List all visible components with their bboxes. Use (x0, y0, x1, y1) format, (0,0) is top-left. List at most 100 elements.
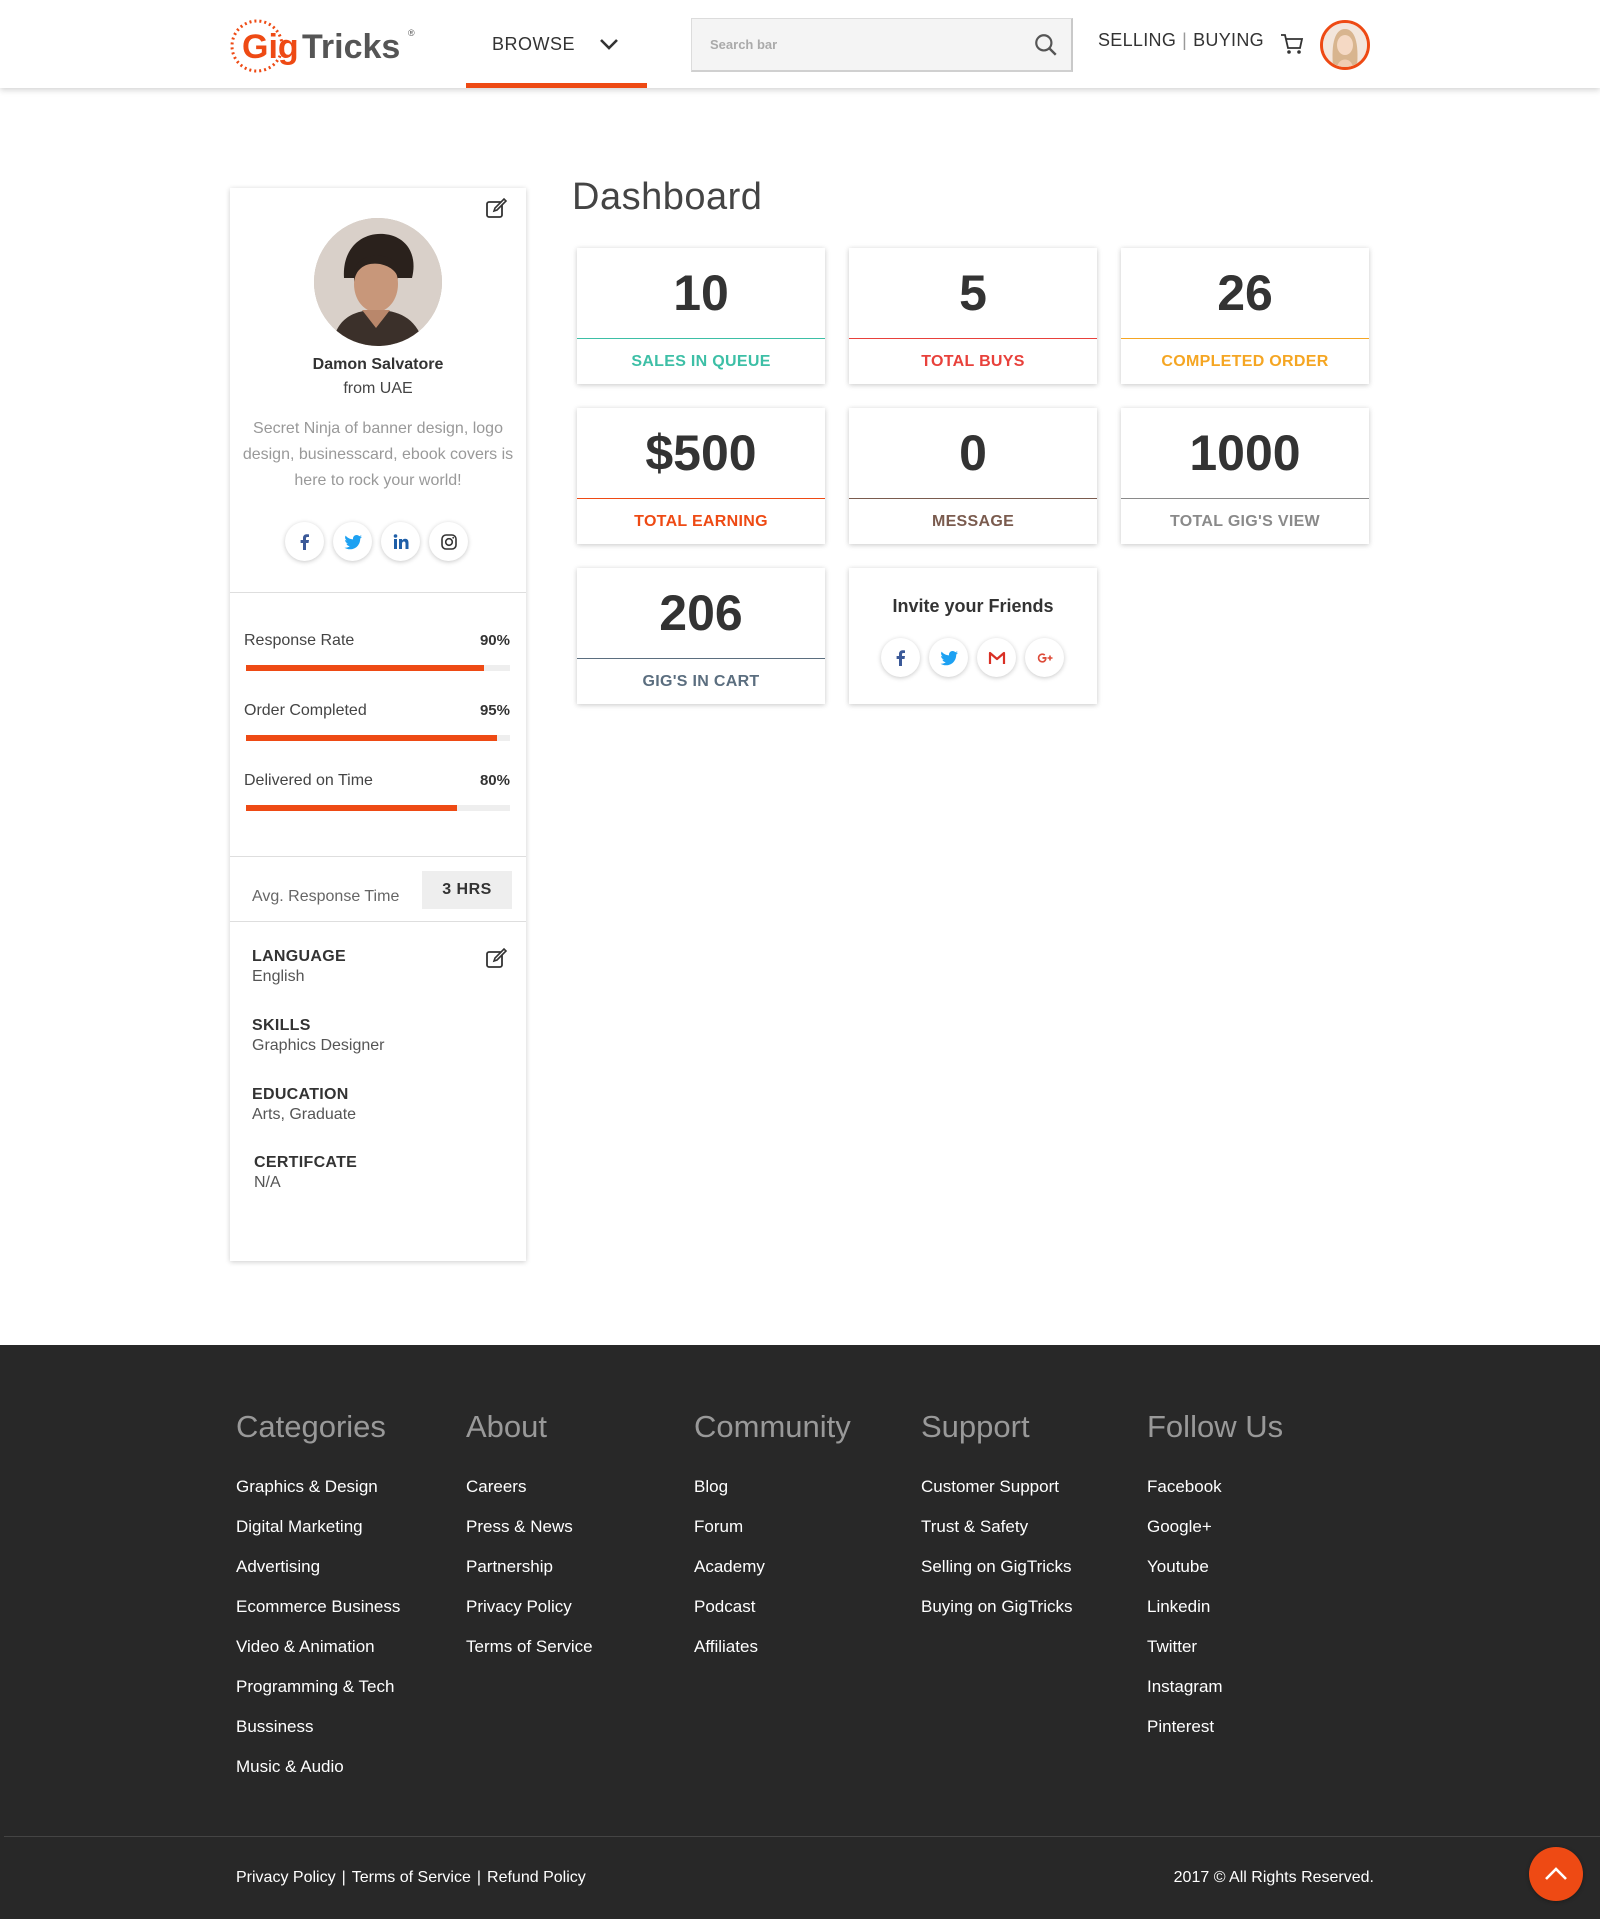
profile-location: from UAE (343, 380, 413, 397)
footer-about-column: About Careers Press & News Partnership Priv… (466, 1409, 593, 1677)
search-bar (691, 18, 1073, 72)
svg-text:®: ® (408, 28, 415, 38)
total-earning-tile[interactable]: $500 TOTAL EARNING (577, 408, 825, 544)
footer-link[interactable]: Video & Animation (236, 1637, 400, 1677)
footer-link[interactable]: Programming & Tech (236, 1677, 400, 1717)
footer-support-column: Support Customer Support Trust & Safety Se… (921, 1409, 1072, 1637)
message-tile[interactable]: 0 MESSAGE (849, 408, 1097, 544)
profile-photo (314, 218, 442, 346)
footer-link[interactable]: Twitter (1147, 1637, 1283, 1677)
footer-link[interactable]: Partnership (466, 1557, 593, 1597)
footer-link[interactable]: Selling on GigTricks (921, 1557, 1072, 1597)
sales-in-queue-tile[interactable]: 10 SALES IN QUEUE (577, 248, 825, 384)
info-value: Graphics Designer (252, 1037, 385, 1054)
tile-caption: MESSAGE (931, 512, 1015, 530)
gigtricks-logo[interactable]: Gig Tricks ® (230, 14, 420, 78)
twitter-button[interactable] (333, 522, 372, 561)
footer-link[interactable]: Buying on GigTricks (921, 1597, 1072, 1637)
footer-link[interactable]: Bussiness (236, 1717, 400, 1757)
footer-link[interactable]: Customer Support (921, 1477, 1072, 1517)
footer-link[interactable]: Blog (694, 1477, 851, 1517)
footer-link-list: Careers Press & News Partnership Privacy Po… (466, 1477, 593, 1677)
footer-link[interactable]: Youtube (1147, 1557, 1283, 1597)
tile-caption: TOTAL GIG'S VIEW (1170, 512, 1320, 530)
footer-categories-column: Categories Graphics & Design Digital Mark… (236, 1409, 400, 1797)
footer-link-list: Customer Support Trust & Safety Selling on… (921, 1477, 1072, 1637)
footer-link[interactable]: Terms of Service (466, 1637, 593, 1677)
total-buys-tile[interactable]: 5 TOTAL BUYS (849, 248, 1097, 384)
avg-response-badge: 3 HRS (422, 871, 512, 909)
footer-link[interactable]: Instagram (1147, 1677, 1283, 1717)
tile-value: 0 (959, 425, 987, 481)
footer-link[interactable]: Academy (694, 1557, 851, 1597)
completed-order-tile[interactable]: 26 COMPLETED ORDER (1121, 248, 1369, 384)
stat-bar (246, 805, 458, 811)
footer-link[interactable]: Ecommerce Business (236, 1597, 400, 1637)
tile-value: 1000 (1189, 425, 1301, 481)
stat-track (246, 665, 510, 671)
refund-policy-link[interactable]: Refund Policy (487, 1869, 586, 1886)
invite-google-plus-button[interactable] (1025, 638, 1064, 677)
profile-divider (230, 856, 526, 857)
certificate-info: CERTIFCATE N/A (254, 1154, 357, 1192)
twitter-icon (344, 534, 362, 549)
linkedin-icon (393, 533, 408, 549)
total-gigs-view-tile[interactable]: 1000 TOTAL GIG'S VIEW (1121, 408, 1369, 544)
info-heading: LANGUAGE (252, 948, 346, 965)
tile-caption: COMPLETED ORDER (1161, 352, 1329, 370)
cart-icon[interactable] (1280, 32, 1304, 56)
stat-label: Response Rate (244, 632, 355, 649)
footer-link[interactable]: Trust & Safety (921, 1517, 1072, 1557)
footer-link[interactable]: Graphics & Design (236, 1477, 400, 1517)
footer-link[interactable]: Music & Audio (236, 1757, 400, 1797)
footer-link[interactable]: Podcast (694, 1597, 851, 1637)
tile-value: 206 (659, 585, 743, 641)
user-avatar[interactable] (1320, 20, 1370, 70)
profile-avatar (314, 218, 442, 346)
tile-value: 5 (959, 265, 987, 321)
instagram-button[interactable] (429, 522, 468, 561)
chevron-down-icon (600, 39, 618, 50)
footer-link[interactable]: Forum (694, 1517, 851, 1557)
scroll-to-top-button[interactable] (1529, 1847, 1583, 1901)
facebook-icon (896, 649, 905, 666)
footer-link[interactable]: Pinterest (1147, 1717, 1283, 1757)
edit-info-icon[interactable] (484, 946, 508, 970)
edit-profile-icon[interactable] (484, 196, 508, 220)
footer-link[interactable]: Press & News (466, 1517, 593, 1557)
invite-facebook-button[interactable] (881, 638, 920, 677)
footer-community-column: Community Blog Forum Academy Podcast Affilia… (694, 1409, 851, 1677)
search-icon[interactable] (1033, 32, 1059, 58)
skills-info: SKILLS Graphics Designer (252, 1017, 385, 1055)
facebook-button[interactable] (285, 522, 324, 561)
footer-link[interactable]: Facebook (1147, 1477, 1283, 1517)
linkedin-button[interactable] (381, 522, 420, 561)
footer-link[interactable]: Linkedin (1147, 1597, 1283, 1637)
avg-response-label: Avg. Response Time (252, 888, 400, 905)
footer-link[interactable]: Affiliates (694, 1637, 851, 1677)
tile-caption: GIG'S IN CART (642, 672, 760, 690)
buying-link[interactable]: BUYING (1193, 30, 1264, 50)
footer-link[interactable]: Google+ (1147, 1517, 1283, 1557)
footer-link[interactable]: Privacy Policy (466, 1597, 593, 1637)
profile-name: Damon Salvatore (312, 356, 444, 373)
stat-bar (246, 665, 484, 671)
footer-link[interactable]: Careers (466, 1477, 593, 1517)
terms-of-service-link[interactable]: Terms of Service (352, 1869, 471, 1886)
legal-separator: | (476, 1869, 482, 1886)
footer-link[interactable]: Advertising (236, 1557, 400, 1597)
search-input[interactable] (692, 19, 1012, 70)
logo-mark: Gig Tricks ® (230, 19, 415, 73)
browse-menu[interactable]: BROWSE (466, 0, 647, 88)
gmail-icon (988, 651, 1005, 664)
privacy-policy-link[interactable]: Privacy Policy (236, 1869, 336, 1886)
invite-gmail-button[interactable] (977, 638, 1016, 677)
gigs-in-cart-tile[interactable]: 206 GIG'S IN CART (577, 568, 825, 704)
stat-value: 90% (479, 632, 510, 649)
footer-link[interactable]: Digital Marketing (236, 1517, 400, 1557)
invite-twitter-button[interactable] (929, 638, 968, 677)
twitter-icon (940, 650, 958, 665)
footer-column-title: Support (921, 1409, 1030, 1444)
selling-link[interactable]: SELLING (1098, 30, 1176, 50)
info-value: N/A (254, 1174, 281, 1191)
